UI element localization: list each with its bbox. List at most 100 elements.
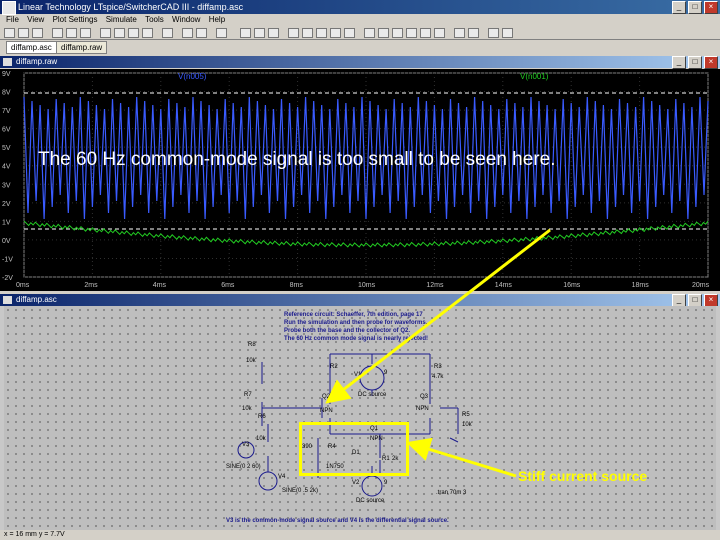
mirror-icon[interactable] (434, 28, 445, 38)
new-icon[interactable] (4, 28, 15, 38)
x-tick-label: 6ms (221, 282, 235, 289)
schematic-note-1: Reference circuit: Schaeffer, 7th editio… (284, 312, 423, 318)
x-tick-label: 8ms (290, 282, 304, 289)
spice-directive-icon[interactable] (468, 28, 479, 38)
menu-window[interactable]: Window (172, 15, 200, 24)
y-tick-label: 2V (2, 201, 11, 208)
waveform-plot-svg: 9V 8V 7V 6V 5V 4V 3V 2V 1V 0V -1V -2V 0ms 2ms 4ms 6ms 8… (2, 71, 710, 289)
app-icon (2, 1, 16, 15)
save-icon[interactable] (32, 28, 43, 38)
v2-nine: 9 (384, 480, 388, 486)
print-icon[interactable] (502, 28, 513, 38)
y-tick-label: 5V (2, 145, 11, 152)
r3-label: R3 (434, 364, 442, 370)
r8-label: R8 (248, 342, 256, 348)
inductor-icon[interactable] (316, 28, 327, 38)
tab-diffamp-asc[interactable]: diffamp.asc (6, 41, 57, 54)
v2-value: DC source (356, 498, 385, 504)
toolbar (0, 26, 720, 40)
v4-label: V4 (278, 474, 286, 480)
autorange-icon[interactable] (162, 28, 173, 38)
waveform-maximize-icon[interactable]: □ (688, 56, 702, 69)
q3-type: NPN (416, 406, 429, 412)
v3-label: V3 (242, 442, 250, 448)
waveform-plot[interactable]: 9V 8V 7V 6V 5V 4V 3V 2V 1V 0V -1V -2V 0ms 2ms 4ms 6ms 8… (0, 69, 720, 291)
menu-help[interactable]: Help (209, 15, 225, 24)
halt-icon[interactable] (80, 28, 91, 38)
x-tick-label: 12ms (426, 282, 444, 289)
tran-directive: .tran 70m 3 (436, 490, 467, 496)
v4-value: SINE(0 .5 2k) (282, 488, 319, 494)
open-icon[interactable] (18, 28, 29, 38)
maximize-icon[interactable]: □ (688, 1, 702, 14)
x-axis-labels: 0ms 2ms 4ms 6ms 8ms 10ms 12ms 14ms 16ms 18ms 20ms (16, 282, 710, 289)
trace-label-v-n005[interactable]: V(n005) (178, 72, 207, 81)
r2-label: R2 (330, 364, 338, 370)
text-icon[interactable] (454, 28, 465, 38)
x-tick-label: 14ms (495, 282, 513, 289)
r7-value: 10k (242, 406, 252, 412)
move-icon[interactable] (364, 28, 375, 38)
diode-icon[interactable] (330, 28, 341, 38)
v1-value: DC source (358, 392, 387, 398)
x-tick-label: 16ms (563, 282, 581, 289)
tile-icon[interactable] (182, 28, 193, 38)
find-icon[interactable] (488, 28, 499, 38)
stiff-current-source-highlight (299, 422, 409, 476)
q2-type: NPN (320, 408, 333, 414)
label-icon[interactable] (268, 28, 279, 38)
drag-icon[interactable] (378, 28, 389, 38)
y-tick-label: 0V (2, 238, 11, 245)
menu-file[interactable]: File (6, 15, 19, 24)
pan-icon[interactable] (114, 28, 125, 38)
zoom-in-icon[interactable] (100, 28, 111, 38)
document-tabs: diffamp.asc diffamp.raw (0, 40, 720, 54)
component-icon[interactable] (344, 28, 355, 38)
x-tick-label: 10ms (358, 282, 376, 289)
menu-tools[interactable]: Tools (145, 15, 164, 24)
resistor-icon[interactable] (288, 28, 299, 38)
control-panel-icon[interactable] (52, 28, 63, 38)
r6-label: R6 (258, 414, 266, 420)
rotate-icon[interactable] (420, 28, 431, 38)
waveform-close-icon[interactable]: × (704, 56, 718, 69)
redo-icon[interactable] (406, 28, 417, 38)
stiff-current-source-label: Stiff current source (518, 468, 648, 484)
waveform-minimize-icon[interactable]: _ (672, 56, 686, 69)
menu-plot-settings[interactable]: Plot Settings (53, 15, 98, 24)
y-tick-label: 3V (2, 182, 11, 189)
r5-value: 10k (462, 422, 472, 428)
status-bar: x = 16 mm y = 7.7V (0, 530, 720, 540)
zoom-out-icon[interactable] (128, 28, 139, 38)
menu-view[interactable]: View (27, 15, 44, 24)
trace-label-v-n001[interactable]: V(n001) (520, 72, 549, 81)
wire-icon[interactable] (240, 28, 251, 38)
y-tick-label: 1V (2, 219, 11, 226)
undo-icon[interactable] (392, 28, 403, 38)
r5-label: R5 (462, 412, 470, 418)
x-tick-label: 18ms (632, 282, 650, 289)
menu-simulate[interactable]: Simulate (106, 15, 137, 24)
tab-diffamp-raw[interactable]: diffamp.raw (56, 41, 108, 54)
x-tick-label: 4ms (153, 282, 167, 289)
v1-nine: 9 (384, 370, 388, 376)
schematic-note-4: The 60 Hz common mode signal is nearly r… (284, 336, 429, 342)
r8-value: 10k (246, 358, 256, 364)
ground-icon[interactable] (254, 28, 265, 38)
x-tick-label: 2ms (84, 282, 98, 289)
close-icon[interactable]: × (704, 1, 718, 14)
v1-label: V1 (354, 372, 362, 378)
menu-bar: File View Plot Settings Simulate Tools W… (0, 14, 720, 26)
close-window-icon[interactable] (216, 28, 227, 38)
run-icon[interactable] (66, 28, 77, 38)
schematic-pane-titlebar: diffamp.asc _ □ × (0, 294, 720, 307)
r3-value: 4.7k (432, 374, 444, 380)
capacitor-icon[interactable] (302, 28, 313, 38)
x-tick-label: 0ms (16, 282, 30, 289)
status-text: x = 16 mm y = 7.7V (4, 531, 65, 538)
minimize-icon[interactable]: _ (672, 1, 686, 14)
waveform-pane-titlebar: diffamp.raw _ □ × (0, 56, 720, 69)
schematic-note-2: Run the simulation and then probe for wa… (284, 320, 428, 326)
cascade-icon[interactable] (196, 28, 207, 38)
zoom-fit-icon[interactable] (142, 28, 153, 38)
